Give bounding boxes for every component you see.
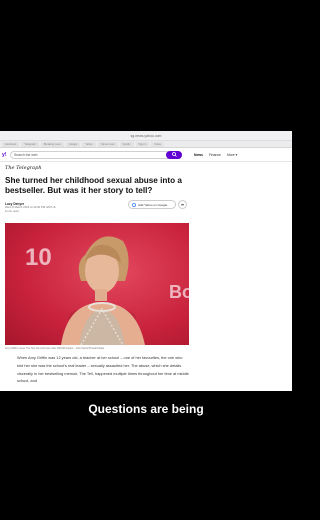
- search-input[interactable]: Search the web: [10, 150, 182, 159]
- browser-tab[interactable]: Breaking news: [40, 141, 64, 147]
- nav-finance[interactable]: Finance: [209, 153, 221, 157]
- browser-tab[interactable]: Sign in: [135, 141, 150, 147]
- article-headline: She turned her childhood sexual abuse in…: [5, 176, 182, 195]
- read-time: 6-min read: [5, 208, 19, 213]
- google-icon: [132, 202, 136, 207]
- browser-tab[interactable]: Google: [65, 141, 81, 147]
- tab-strip: Facebook Telegraph Breaking news Google …: [0, 141, 292, 148]
- url-bar[interactable]: sg.news.yahoo.com: [0, 131, 292, 141]
- browser-tab[interactable]: Spotify: [119, 141, 134, 147]
- sign-text-left: 10: [25, 244, 52, 271]
- article-body: When Amy Griffin was 12 years old, a tea…: [17, 355, 189, 384]
- url-text: sg.news.yahoo.com: [130, 133, 162, 138]
- search-placeholder: Search the web: [14, 152, 38, 157]
- video-caption: Questions are being: [88, 402, 204, 416]
- browser-tab[interactable]: Yahoo news: [97, 141, 118, 147]
- browser-tab[interactable]: Facebook: [2, 141, 20, 147]
- nav-news[interactable]: News: [194, 153, 203, 157]
- photo-illustration: 10 Bo: [25, 236, 189, 345]
- share-button[interactable]: ➦: [178, 200, 187, 209]
- browser-tab[interactable]: Yahoo: [82, 141, 96, 147]
- article-photo[interactable]: 10 Bo: [5, 223, 189, 345]
- site-logo[interactable]: y!: [2, 152, 10, 158]
- add-on-google-button[interactable]: Add Yahoo on Google: [128, 200, 176, 209]
- search-icon: [171, 152, 177, 157]
- browser-tab[interactable]: News: [151, 141, 164, 147]
- publisher-logo[interactable]: The Telegraph: [5, 165, 192, 171]
- photo-caption: Amy Griffin's novel, The Tell, has sold …: [5, 347, 104, 350]
- share-icon: ➦: [180, 202, 185, 207]
- browser-tab[interactable]: Telegraph: [21, 141, 39, 147]
- add-on-google-label: Add Yahoo on Google: [138, 202, 168, 207]
- search-button[interactable]: [166, 150, 182, 159]
- video-frame-top: [0, 0, 292, 131]
- top-nav: News Finance More ▾: [194, 153, 237, 157]
- sign-text-right: Bo: [169, 282, 189, 302]
- site-header: y! Search the web News Finance More ▾: [0, 148, 292, 162]
- nav-more[interactable]: More ▾: [227, 153, 237, 157]
